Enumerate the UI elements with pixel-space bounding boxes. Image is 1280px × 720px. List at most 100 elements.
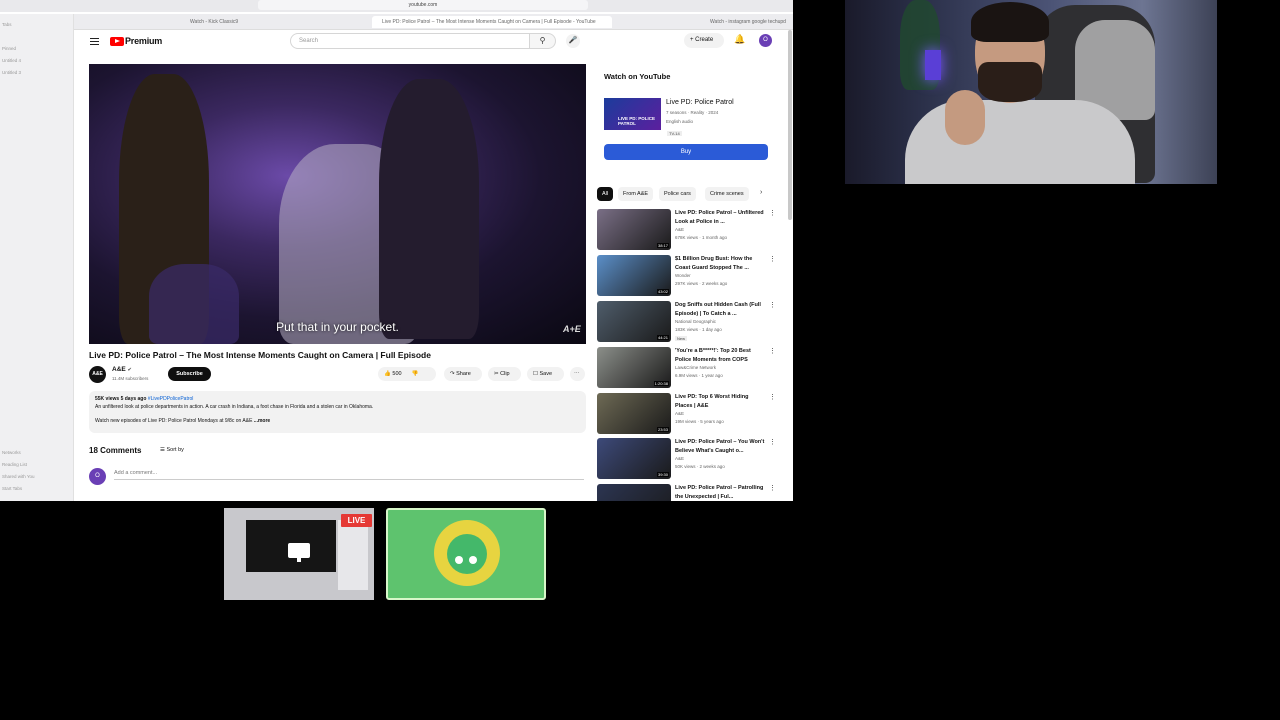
recommendation-views: 678K views · 1 month ago [675, 235, 728, 240]
verified-icon: ✔ [127, 367, 132, 373]
buy-button[interactable]: Buy [604, 144, 768, 160]
recommendation-channel[interactable]: A&E [675, 227, 684, 232]
subscribe-button[interactable]: Subscribe [168, 367, 211, 381]
video-thumbnail[interactable]: 43:02 [597, 255, 671, 296]
bell-icon[interactable]: 🔔 [734, 34, 745, 45]
bot-mascot-icon [434, 520, 500, 586]
more-options-icon[interactable]: ⋮ [769, 347, 776, 355]
add-comment-input[interactable]: Add a comment... [114, 470, 584, 480]
video-thumbnail[interactable]: 44:21 [597, 301, 671, 342]
video-thumbnail[interactable] [597, 484, 671, 501]
card-heading: Watch on YouTube [604, 72, 671, 81]
video-thumbnail[interactable]: 39:30 [597, 438, 671, 479]
more-options-icon[interactable]: ⋮ [769, 209, 776, 217]
recommendation-title[interactable]: Live PD: Police Patrol – You Won't Belie… [675, 438, 767, 455]
channel-name[interactable]: A&E ✔ [112, 366, 132, 373]
browser-tab-row: Watch - Kick Classic9 Live PD: Police Pa… [0, 14, 793, 30]
sidebar-item[interactable]: Pinned [2, 46, 16, 51]
like-button[interactable]: 👍 500 👎 [378, 367, 436, 381]
show-thumbnail[interactable]: LIVE PD: POLICE PATROL [604, 98, 661, 130]
recommendation-title[interactable]: Live PD: Police Patrol – Unfiltered Look… [675, 209, 767, 226]
video-player[interactable]: Put that in your pocket. A+E [89, 64, 586, 344]
recommendation-item[interactable]: 43:02 $1 Billion Drug Bust: How the Coast… [597, 255, 777, 299]
video-title: Live PD: Police Patrol – The Most Intens… [89, 350, 431, 360]
channel-name-text: A&E [112, 366, 126, 373]
chip-crime-scenes[interactable]: Crime scenes [705, 187, 749, 201]
sort-button[interactable]: ☰ Sort by [160, 447, 184, 453]
sidebar-item[interactable]: Start Tabs [2, 486, 22, 491]
bot-avatar-tile[interactable] [386, 508, 546, 600]
recommendation-views: 297K views · 2 weeks ago [675, 281, 728, 286]
chip-from-ae[interactable]: From A&E [618, 187, 654, 201]
streamer-hand [945, 90, 985, 145]
recommendation-channel[interactable]: Wonder [675, 273, 691, 278]
save-label: Save [539, 371, 553, 377]
chevron-right-icon[interactable]: › [760, 189, 762, 196]
recommendation-channel[interactable]: A&E [675, 411, 684, 416]
more-options-icon[interactable]: ⋮ [769, 255, 776, 263]
more-options-icon[interactable]: ⋮ [769, 393, 776, 401]
save-button[interactable]: ☐ Save [527, 367, 564, 381]
chip-police-cars[interactable]: Police cars [659, 187, 696, 201]
search-input[interactable]: Search [290, 33, 530, 49]
browser-tab[interactable]: Watch - Kick Classic9 [180, 16, 355, 28]
recommendation-item[interactable]: 38:17 Live PD: Police Patrol – Unfiltered… [597, 209, 777, 253]
sidebar-item[interactable]: Tabs [2, 22, 12, 27]
stream-canvas: youtube.com Watch - Kick Classic9 Live P… [0, 0, 1280, 720]
youtube-brand[interactable]: Premium [125, 36, 162, 46]
create-button[interactable]: + Create [684, 33, 724, 48]
recommendation-channel[interactable]: National Geographic [675, 319, 716, 324]
more-actions-icon[interactable]: ⋯ [570, 367, 585, 381]
recommendation-item[interactable]: Live PD: Police Patrol – Patrolling the … [597, 484, 777, 501]
video-description[interactable]: 55K views 5 days ago #LivePDPolicePatrol… [89, 391, 586, 433]
browser-tab[interactable]: Watch - instagram google techupd [700, 16, 790, 28]
show-more-link[interactable]: ...more [254, 418, 270, 424]
more-options-icon[interactable]: ⋮ [769, 301, 776, 309]
youtube-logo-icon[interactable] [110, 37, 124, 46]
sidebar-item[interactable]: Reading List [2, 462, 27, 467]
video-thumbnail[interactable]: 1:20:38 [597, 347, 671, 388]
more-options-icon[interactable]: ⋮ [769, 438, 776, 446]
chip-all[interactable]: All [597, 187, 614, 201]
comments-count: 18 Comments [89, 446, 142, 455]
user-avatar[interactable]: O [759, 34, 772, 47]
duration-badge: 23:53 [656, 427, 669, 432]
channel-avatar[interactable]: A&E [89, 366, 106, 383]
recommendation-views: 50K views · 2 weeks ago [675, 464, 725, 469]
recommendation-item[interactable]: 23:53 Live PD: Top 6 Worst Hiding Places … [597, 393, 777, 437]
sidebar-item[interactable]: Shared with You [2, 474, 35, 479]
recommendation-title[interactable]: Live PD: Top 6 Worst Hiding Places | A&E [675, 393, 767, 410]
recommendation-title[interactable]: Dog Sniffs out Hidden Cash (Full Episode… [675, 301, 767, 318]
recommendation-item[interactable]: 1:20:38 'You're a B*****!': Top 20 Best P… [597, 347, 777, 391]
mascot-eye [469, 556, 477, 564]
clip-button[interactable]: ✂ Clip [488, 367, 521, 381]
recommendation-channel[interactable]: A&E [675, 456, 684, 461]
address-bar[interactable]: youtube.com [258, 0, 588, 10]
hamburger-icon[interactable] [90, 38, 99, 45]
description-meta: 55K views 5 days ago [95, 396, 147, 402]
share-button[interactable]: ↷ Share [444, 367, 482, 381]
recommendation-channel[interactable]: Law&Crime Network [675, 365, 716, 370]
live-badge: LIVE [341, 514, 372, 527]
create-label: Create [695, 37, 714, 43]
show-name[interactable]: Live PD: Police Patrol [666, 99, 734, 106]
recommendation-item[interactable]: 39:30 Live PD: Police Patrol – You Won't … [597, 438, 777, 482]
video-thumbnail[interactable]: 23:53 [597, 393, 671, 434]
mic-icon[interactable]: 🎤 [566, 34, 580, 48]
content-rating: TV-14 [667, 131, 682, 136]
video-thumbnail[interactable]: 38:17 [597, 209, 671, 250]
browser-tab-active[interactable]: Live PD: Police Patrol – The Most Intens… [372, 16, 612, 28]
scrollbar[interactable] [788, 30, 792, 220]
duration-badge: 39:30 [656, 472, 669, 477]
more-options-icon[interactable]: ⋮ [769, 484, 776, 492]
hashtag-link[interactable]: #LivePDPolicePatrol [148, 396, 194, 402]
duration-badge: 43:02 [656, 289, 669, 294]
recommendation-title[interactable]: $1 Billion Drug Bust: How the Coast Guar… [675, 255, 767, 272]
search-icon[interactable]: ⚲ [530, 33, 556, 49]
sidebar-item[interactable]: Untitled 3 [2, 70, 21, 75]
recommendation-title[interactable]: Live PD: Police Patrol – Patrolling the … [675, 484, 767, 501]
recommendation-title[interactable]: 'You're a B*****!': Top 20 Best Police M… [675, 347, 767, 364]
sidebar-item[interactable]: Untitled 4 [2, 58, 21, 63]
recommendation-item[interactable]: 44:21 Dog Sniffs out Hidden Cash (Full Ep… [597, 301, 777, 345]
sidebar-item[interactable]: Networks [2, 450, 21, 455]
